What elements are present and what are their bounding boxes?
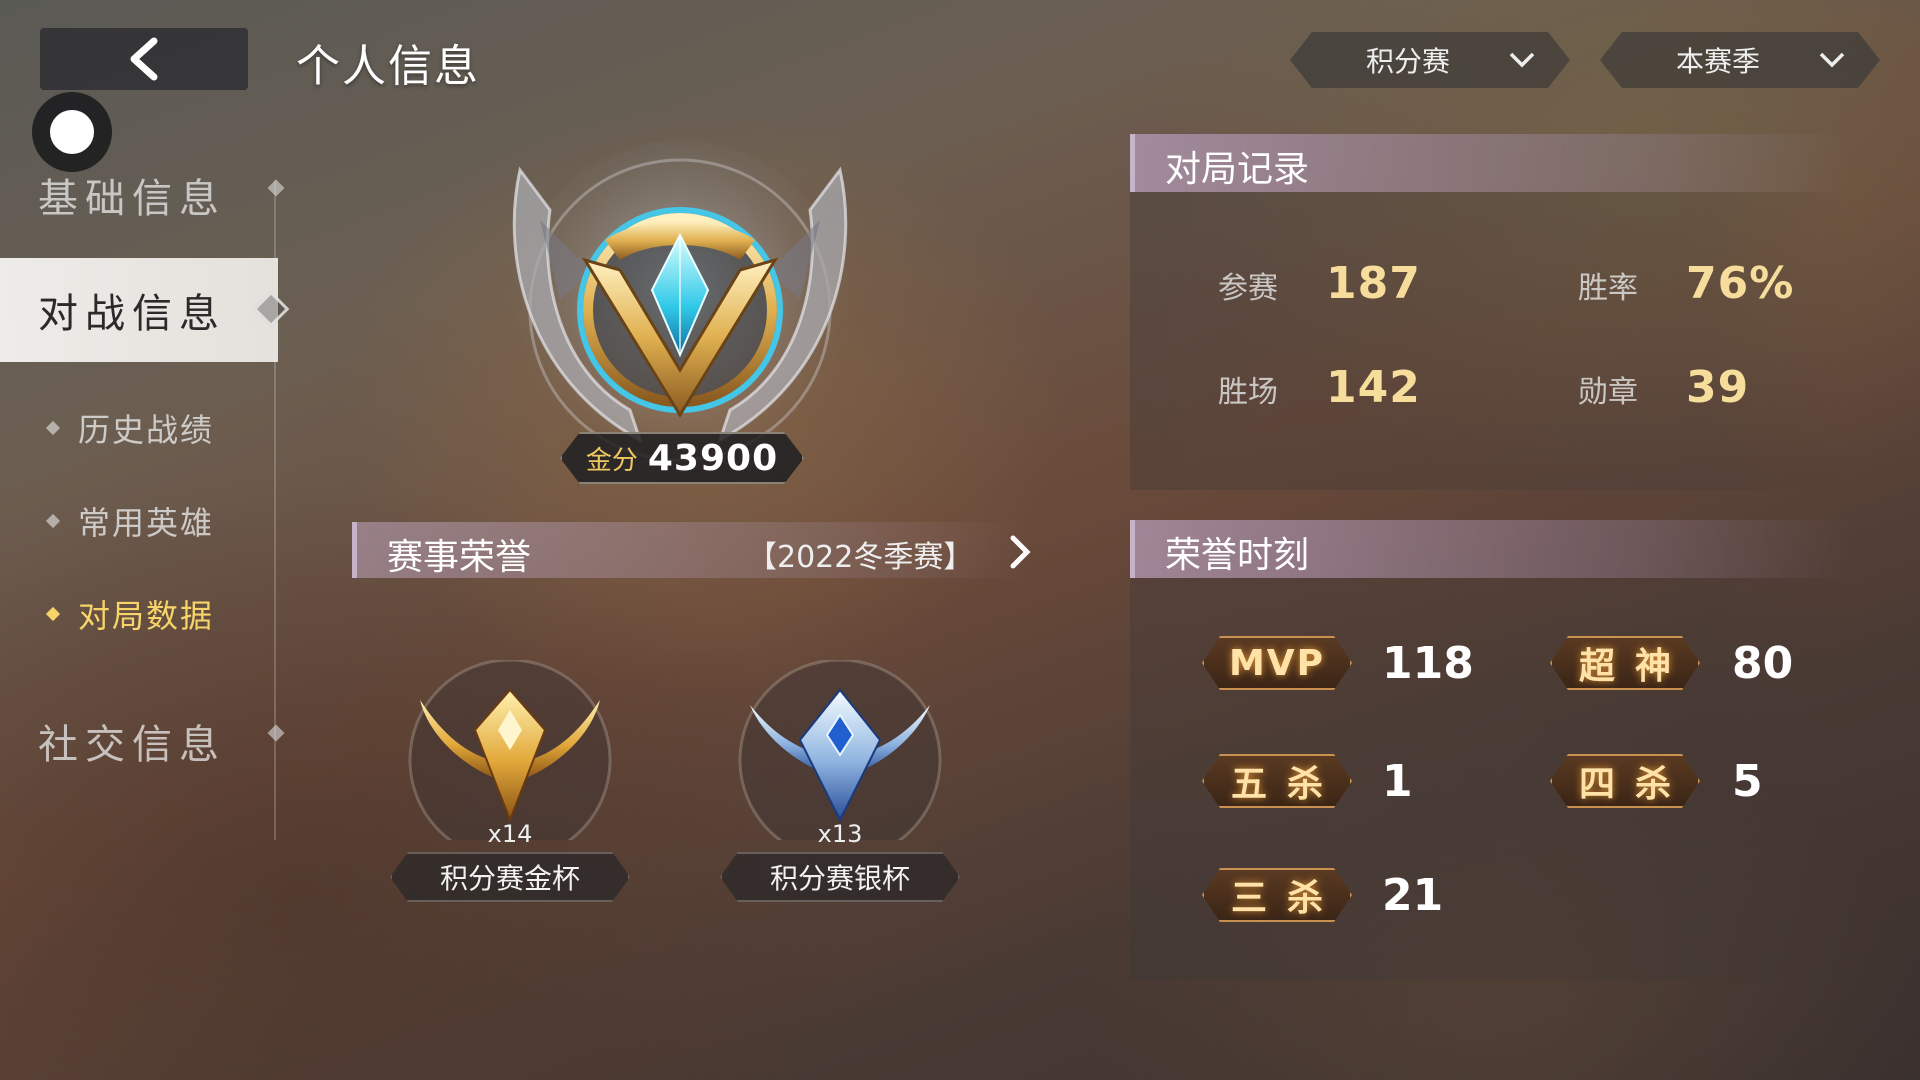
stat-value: 142 xyxy=(1326,362,1421,413)
honors-title: 赛事荣誉 xyxy=(387,537,532,578)
stat-win-rate: 胜率 76% xyxy=(1578,258,1794,309)
rank-score-badge: 金分 43900 xyxy=(560,432,804,484)
silver-cup-icon xyxy=(738,660,942,840)
cup-count: x14 xyxy=(487,820,533,848)
bullet-icon xyxy=(45,606,61,622)
stat-medals: 勋章 39 xyxy=(1578,362,1749,413)
page-title: 个人信息 xyxy=(296,41,480,92)
badge-triple-kill: 三杀 xyxy=(1202,868,1352,922)
sidebar-item-history[interactable]: 历史战绩 xyxy=(45,404,215,452)
badge-quadra-kill-value: 5 xyxy=(1732,756,1763,807)
cup-name: 积分赛银杯 xyxy=(720,852,960,902)
gold-cup-icon xyxy=(408,660,612,840)
badge-quadra-kill: 四杀 xyxy=(1550,754,1700,808)
sidebar-section-battle-label: 对战信息 xyxy=(38,291,226,337)
honors-header: 赛事荣誉 【2022冬季赛】 xyxy=(352,522,1032,578)
cup-name: 积分赛金杯 xyxy=(390,852,630,902)
honor-moments-title: 荣誉时刻 xyxy=(1165,535,1310,576)
badge-penta-kill: 五杀 xyxy=(1202,754,1352,808)
sidebar-section-battle[interactable]: 对战信息 xyxy=(0,258,278,362)
badge-penta-kill-value: 1 xyxy=(1382,756,1413,807)
honor-moments-header: 荣誉时刻 xyxy=(1130,520,1850,578)
badge-legendary-value: 80 xyxy=(1732,638,1794,689)
sidebar-section-basic[interactable]: 基础信息 xyxy=(38,166,226,224)
stat-wins: 胜场 142 xyxy=(1218,362,1421,413)
chevron-down-icon xyxy=(1508,48,1536,72)
honors-season: 【2022冬季赛】 xyxy=(747,540,974,575)
badge-mvp: MVP xyxy=(1202,636,1352,690)
cup-gold[interactable]: x14 积分赛金杯 xyxy=(390,660,630,910)
back-arrow-icon xyxy=(130,37,158,81)
bullet-icon xyxy=(45,420,61,436)
diamond-marker-icon xyxy=(267,724,285,742)
rank-score-value: 43900 xyxy=(647,437,779,479)
chevron-right-icon[interactable] xyxy=(1005,534,1035,570)
sidebar-section-social[interactable]: 社交信息 xyxy=(38,712,226,770)
stat-value: 39 xyxy=(1686,362,1750,413)
stat-label: 胜率 xyxy=(1578,271,1638,306)
sidebar-item-label: 常用英雄 xyxy=(78,504,215,542)
mode-dropdown[interactable]: 积分赛 xyxy=(1290,32,1570,88)
rank-score-label: 金分 xyxy=(585,445,638,476)
sidebar-item-label: 对局数据 xyxy=(78,597,215,635)
chevron-down-icon xyxy=(1818,48,1846,72)
sidebar-item-heroes[interactable]: 常用英雄 xyxy=(45,497,215,545)
match-record-panel: 参赛 187 胜率 76% 胜场 142 勋章 39 xyxy=(1130,192,1850,490)
honor-moments-panel: MVP 118 超神 80 五杀 1 四杀 5 三杀 21 xyxy=(1130,578,1850,980)
sidebar-item-label: 历史战绩 xyxy=(78,411,215,449)
back-button[interactable] xyxy=(40,28,248,90)
diamond-marker-icon xyxy=(267,179,285,197)
stat-label: 勋章 xyxy=(1578,375,1638,410)
sidebar-item-match-data[interactable]: 对局数据 xyxy=(45,590,215,638)
bullet-icon xyxy=(45,513,61,529)
season-dropdown-label: 本赛季 xyxy=(1676,45,1761,78)
cup-silver[interactable]: x13 积分赛银杯 xyxy=(720,660,960,910)
match-record-header: 对局记录 xyxy=(1130,134,1850,192)
stat-value: 76% xyxy=(1686,258,1795,309)
stat-label: 参赛 xyxy=(1218,271,1278,306)
cup-count: x13 xyxy=(817,820,863,848)
stat-matches: 参赛 187 xyxy=(1218,258,1421,309)
badge-triple-kill-value: 21 xyxy=(1382,870,1444,921)
season-dropdown[interactable]: 本赛季 xyxy=(1600,32,1880,88)
stat-label: 胜场 xyxy=(1218,375,1278,410)
badge-mvp-value: 118 xyxy=(1382,638,1474,689)
stat-value: 187 xyxy=(1326,258,1421,309)
avatar[interactable] xyxy=(32,92,112,172)
match-record-title: 对局记录 xyxy=(1165,149,1310,190)
mode-dropdown-label: 积分赛 xyxy=(1366,45,1451,78)
badge-legendary: 超神 xyxy=(1550,636,1700,690)
